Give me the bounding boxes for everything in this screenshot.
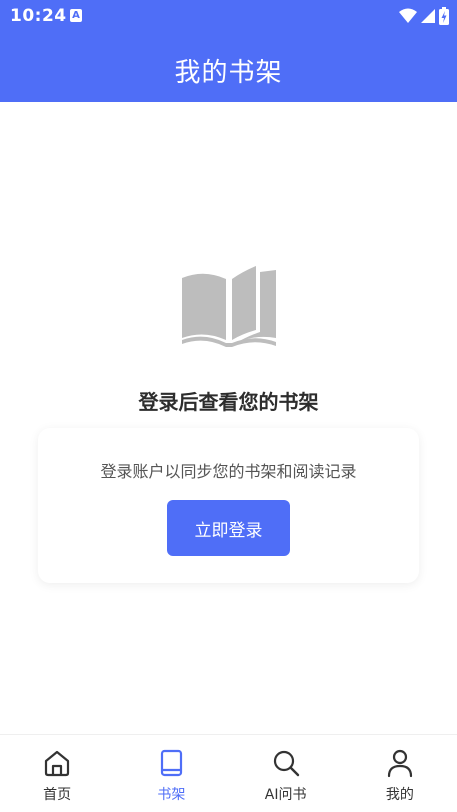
app-bar: 我的书架: [0, 32, 457, 102]
notification-icon: A: [70, 9, 82, 22]
book-icon: [161, 749, 183, 777]
login-button[interactable]: 立即登录: [167, 500, 290, 556]
nav-item-profile[interactable]: 我的: [343, 735, 457, 812]
status-time: 10:24: [10, 6, 67, 26]
home-icon: [45, 750, 70, 777]
login-card: 登录账户以同步您的书架和阅读记录 立即登录: [38, 428, 419, 583]
battery-icon: [439, 7, 449, 25]
nav-label-home: 首页: [43, 787, 72, 803]
open-book-icon: [182, 266, 276, 347]
nav-item-bookshelf[interactable]: 书架: [114, 735, 228, 812]
page-title: 我的书架: [174, 58, 283, 88]
nav-label-bookshelf: 书架: [157, 787, 186, 803]
signal-icon: [421, 9, 435, 23]
status-bar: 10:24 A: [0, 0, 457, 32]
nav-label-ai-ask: AI问书: [264, 787, 307, 803]
empty-state-title: 登录后查看您的书架: [138, 390, 319, 414]
nav-item-ai-ask[interactable]: AI问书: [229, 735, 343, 812]
wifi-icon: [399, 8, 417, 23]
person-icon: [387, 749, 412, 778]
bookshelf-empty-state: [0, 102, 457, 734]
login-description: 登录账户以同步您的书架和阅读记录: [100, 462, 357, 481]
nav-label-profile: 我的: [385, 787, 414, 803]
search-icon: [273, 750, 299, 777]
bottom-nav: 首页 书架 AI问书 我的: [0, 734, 457, 812]
nav-item-home[interactable]: 首页: [0, 735, 114, 812]
status-indicators: [399, 6, 449, 26]
notification-icon-letter: A: [72, 10, 80, 21]
